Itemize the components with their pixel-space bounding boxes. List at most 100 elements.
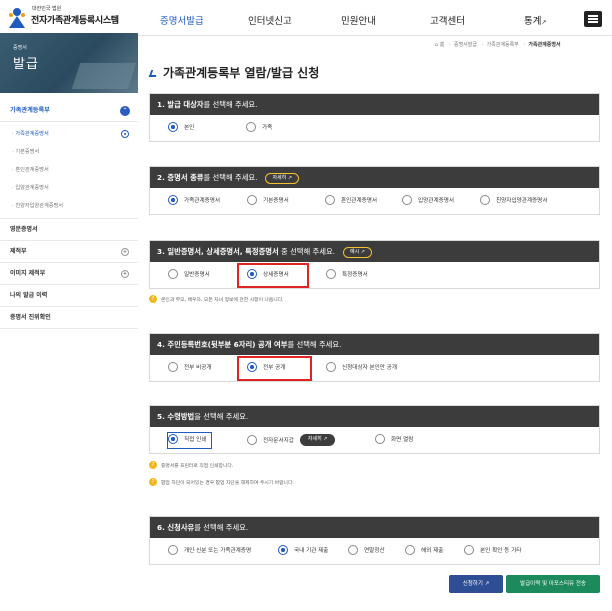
- breadcrumb-home[interactable]: 홈: [440, 42, 445, 48]
- radio-label: 연말정산: [364, 548, 385, 554]
- radio-all-private[interactable]: 전부 비공개: [168, 362, 212, 372]
- issue-history-button[interactable]: 발급이력 및 아포스티유 전송: [506, 575, 600, 593]
- radio-unchecked[interactable]: [375, 434, 385, 444]
- book-image: [71, 63, 137, 89]
- radio-basic-cert[interactable]: 기본증명서: [247, 195, 289, 205]
- radio-reason-other[interactable]: 본인 확인 등 기타: [464, 545, 521, 555]
- radio-e-wallet[interactable]: 전자문서지갑 자세히 ↗: [247, 434, 336, 446]
- radio-self-public[interactable]: 신청대상자 본인만 공개: [326, 362, 397, 372]
- radio-unchecked[interactable]: [325, 195, 335, 205]
- sidebar-item-english-cert[interactable]: 영문증명서: [0, 219, 138, 241]
- radio-unchecked[interactable]: [405, 545, 415, 555]
- nav-online-report[interactable]: 인터넷신고: [248, 13, 292, 27]
- external-link-icon: ↗: [541, 19, 547, 26]
- plus-icon[interactable]: +: [121, 248, 129, 256]
- detail-label: 자세히: [307, 436, 322, 442]
- sidebar-item-image-register[interactable]: 이미지 제적부 +: [0, 263, 138, 285]
- nav-guide[interactable]: 민원안내: [341, 13, 376, 27]
- section-cert-detail: 3. 일반증명서, 상세증명서, 특정증명서 중 선택해 주세요. 예시 ↗ 일반…: [149, 240, 600, 289]
- section-instruction: 을 선택해 주세요.: [194, 412, 249, 421]
- court-logo-icon[interactable]: [6, 6, 28, 30]
- radio-family[interactable]: 가족: [246, 122, 272, 132]
- section-instruction: 를 선택해 주세요.: [203, 173, 258, 182]
- radio-label: 개인 신분 또는 가족관계증명: [184, 548, 252, 554]
- radio-self[interactable]: 본인: [168, 122, 194, 132]
- radio-unchecked[interactable]: [247, 195, 257, 205]
- selected-dot-icon: [121, 130, 129, 138]
- radio-unchecked[interactable]: [168, 545, 178, 555]
- radio-label: 기본증명서: [263, 198, 289, 204]
- radio-unchecked[interactable]: [480, 195, 490, 205]
- selected-option-outline: [167, 432, 212, 449]
- nav-customer-center[interactable]: 고객센터: [430, 13, 465, 27]
- section-instruction: 를 선택해 주세요.: [203, 100, 258, 109]
- sidebar-banner: 증명서 발급: [0, 33, 138, 93]
- sidebar-subitem-full-adoption-cert[interactable]: · 친양자입양관계증명서: [0, 197, 138, 215]
- banner-large-text: 발급: [13, 57, 39, 72]
- sidebar-subitem-marriage-cert[interactable]: · 혼인관계증명서: [0, 161, 138, 179]
- sidebar-item-verify[interactable]: 증명서 진위확인: [0, 307, 138, 329]
- radio-unchecked[interactable]: [464, 545, 474, 555]
- site-title[interactable]: 전자가족관계등록시스템: [31, 13, 119, 26]
- radio-checked[interactable]: [168, 122, 178, 132]
- radio-general-cert[interactable]: 일반증명서: [168, 269, 210, 279]
- nav-certificate[interactable]: 증명서발급: [160, 13, 204, 27]
- sidebar-item-label: 증명서 진위확인: [10, 314, 51, 321]
- radio-unchecked[interactable]: [168, 362, 178, 372]
- detail-button[interactable]: 자세히 ↗: [299, 434, 336, 446]
- section-header: 5. 수령방법을 선택해 주세요.: [150, 406, 599, 427]
- sidebar-subitem-adoption-cert[interactable]: · 입양관계증명서: [0, 179, 138, 197]
- example-button[interactable]: 예시 ↗: [343, 246, 372, 258]
- sidebar-item-removed-register[interactable]: 제적부 +: [0, 241, 138, 263]
- highlight-box: [237, 263, 309, 288]
- radio-adoption-cert[interactable]: 입양관계증명서: [402, 195, 454, 205]
- sidebar-subitem-basic-cert[interactable]: · 기본증명서: [0, 143, 138, 161]
- chevron-up-icon[interactable]: ⌃: [120, 106, 130, 116]
- plus-icon[interactable]: +: [121, 270, 129, 278]
- sidebar-subitem-family-cert[interactable]: · 가족관계증명서: [0, 125, 138, 143]
- radio-full-adoption-cert[interactable]: 친양자입양관계증명서: [480, 195, 547, 205]
- radio-unchecked[interactable]: [168, 269, 178, 279]
- radio-marriage-cert[interactable]: 혼인관계증명서: [325, 195, 377, 205]
- radio-screen-view[interactable]: 화면 열람: [375, 434, 413, 444]
- nav-statistics-label: 통계: [524, 16, 542, 27]
- detail-button[interactable]: 자세히 ↗: [265, 172, 300, 184]
- radio-reason-domestic[interactable]: 국내 기관 제출: [278, 545, 328, 555]
- radio-label: 신청대상자 본인만 공개: [342, 365, 398, 371]
- nav-statistics[interactable]: 통계↗: [524, 13, 547, 27]
- menu-button[interactable]: [584, 11, 602, 27]
- section-cert-type: 2. 증명서 종류를 선택해 주세요. 자세히 ↗ 가족관계증명서 기본증명서 혼…: [149, 166, 600, 215]
- sidebar-item-issue-history[interactable]: 나의 발급 이력: [0, 285, 138, 307]
- section-reason: 6. 신청사유를 선택해 주세요. 개인 신분 또는 가족관계증명 국내 기관 …: [149, 516, 600, 565]
- breadcrumb-item[interactable]: 가족관계등록부: [487, 42, 519, 48]
- radio-label: 국내 기관 제출: [294, 548, 329, 554]
- radio-checked[interactable]: [168, 195, 178, 205]
- breadcrumb-item[interactable]: 증명서발급: [454, 42, 477, 48]
- info-note: ? 본인과 부모, 배우자, 모든 자녀 정보에 관한 사항이 나옵니다.: [149, 295, 284, 303]
- question-icon: ?: [149, 461, 157, 469]
- radio-unchecked[interactable]: [402, 195, 412, 205]
- radio-unchecked[interactable]: [326, 269, 336, 279]
- sidebar-item-label: 나의 발급 이력: [10, 292, 48, 299]
- section-title: 2. 증명서 종류: [157, 173, 204, 182]
- sidebar-subitem-label: 기본증명서: [15, 149, 40, 155]
- sidebar-item-family-register[interactable]: 가족관계등록부 ⌃: [0, 100, 138, 122]
- radio-family-cert[interactable]: 가족관계증명서: [168, 195, 220, 205]
- radio-reason-overseas[interactable]: 해외 제출: [405, 545, 443, 555]
- radio-label: 화면 열람: [391, 437, 414, 443]
- radio-unchecked[interactable]: [348, 545, 358, 555]
- note-text: 본인과 부모, 배우자, 모든 자녀 정보에 관한 사항이 나옵니다.: [161, 297, 284, 303]
- radio-unchecked[interactable]: [247, 435, 257, 445]
- breadcrumb: ⌂ 홈 › 증명서발급 › 가족관계등록부 › 가족관계증명서: [435, 42, 561, 48]
- radio-unchecked[interactable]: [326, 362, 336, 372]
- radio-label: 가족관계증명서: [184, 198, 221, 204]
- radio-reason-tax[interactable]: 연말정산: [348, 545, 385, 555]
- issue-history-label: 발급이력 및 아포스티유 전송: [520, 581, 586, 587]
- apply-button[interactable]: 신청하기 ↗: [449, 575, 503, 593]
- radio-unchecked[interactable]: [246, 122, 256, 132]
- radio-reason-identity[interactable]: 개인 신분 또는 가족관계증명: [168, 545, 251, 555]
- info-note: ? 증명서를 프린터로 직접 인쇄합니다.: [149, 461, 233, 469]
- radio-checked[interactable]: [278, 545, 288, 555]
- org-subtitle: 대한민국 법원: [32, 6, 62, 12]
- radio-specific-cert[interactable]: 특정증명서: [326, 269, 368, 279]
